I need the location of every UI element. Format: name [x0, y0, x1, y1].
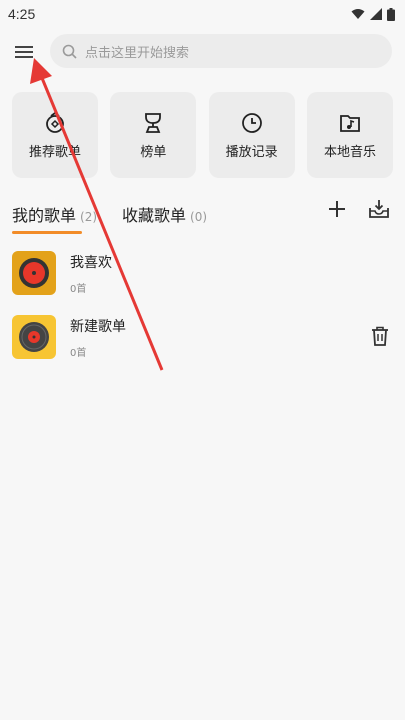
search-input[interactable]: 点击这里开始搜索 — [50, 34, 392, 68]
status-icons — [351, 7, 395, 21]
playlist-name: 我喜欢 — [70, 254, 112, 271]
playlist-item[interactable]: 我喜欢 0首 — [12, 248, 396, 298]
quick-local-music[interactable]: 本地音乐 — [306, 92, 393, 178]
import-playlist-button[interactable] — [366, 196, 392, 222]
wifi-icon — [351, 9, 365, 19]
quick-label: 推荐歌单 — [28, 144, 81, 160]
quick-recommend-playlists[interactable]: 推荐歌单 — [12, 92, 98, 178]
music-folder-icon — [340, 114, 360, 132]
hamburger-menu-icon — [15, 46, 33, 58]
tab-label: 我的歌单 — [12, 206, 77, 225]
quick-label: 榜单 — [140, 144, 167, 160]
tab-collected-playlists[interactable]: 收藏歌单 (0) — [122, 202, 207, 226]
status-bar: 4:25 — [0, 0, 405, 28]
vinyl-record-icon — [19, 258, 49, 288]
active-tab-indicator — [12, 231, 82, 234]
quick-label: 本地音乐 — [323, 144, 376, 160]
search-placeholder: 点击这里开始搜索 — [85, 45, 190, 61]
playlist-name: 新建歌单 — [70, 318, 126, 335]
plus-icon — [329, 201, 345, 217]
search-icon — [62, 44, 77, 59]
playlist-item[interactable]: 新建歌单 0首 — [12, 312, 396, 362]
import-icon — [369, 200, 389, 218]
delete-playlist-button[interactable] — [368, 324, 392, 348]
add-playlist-button[interactable] — [324, 196, 350, 222]
top-bar: 点击这里开始搜索 — [0, 30, 405, 74]
playlist-cover — [12, 251, 56, 295]
tab-actions — [324, 196, 392, 222]
tab-label: 收藏歌单 — [122, 206, 187, 225]
quick-play-history[interactable]: 播放记录 — [208, 92, 295, 178]
trash-icon — [372, 326, 388, 346]
quick-actions: 推荐歌单 榜单 播放记录 本地音乐 — [12, 92, 393, 178]
playlist-tabs: 我的歌单 (2) 收藏歌单 (0) — [12, 196, 396, 236]
quick-charts[interactable]: 榜单 — [110, 92, 197, 178]
signal-icon — [370, 8, 382, 20]
quick-label: 播放记录 — [225, 144, 278, 160]
recommend-icon — [46, 111, 64, 133]
playlist-count: 0首 — [70, 347, 87, 359]
menu-button[interactable] — [0, 30, 48, 74]
playlist-cover — [12, 315, 56, 359]
status-time: 4:25 — [8, 6, 36, 22]
trophy-icon — [145, 112, 162, 133]
playlist-count: 0首 — [70, 283, 87, 295]
tab-count: (2) — [80, 210, 98, 224]
battery-icon — [387, 7, 395, 21]
tab-my-playlists[interactable]: 我的歌单 (2) — [12, 202, 97, 226]
vinyl-record-icon — [19, 322, 49, 352]
clock-icon — [241, 112, 262, 133]
tab-count: (0) — [190, 210, 208, 224]
